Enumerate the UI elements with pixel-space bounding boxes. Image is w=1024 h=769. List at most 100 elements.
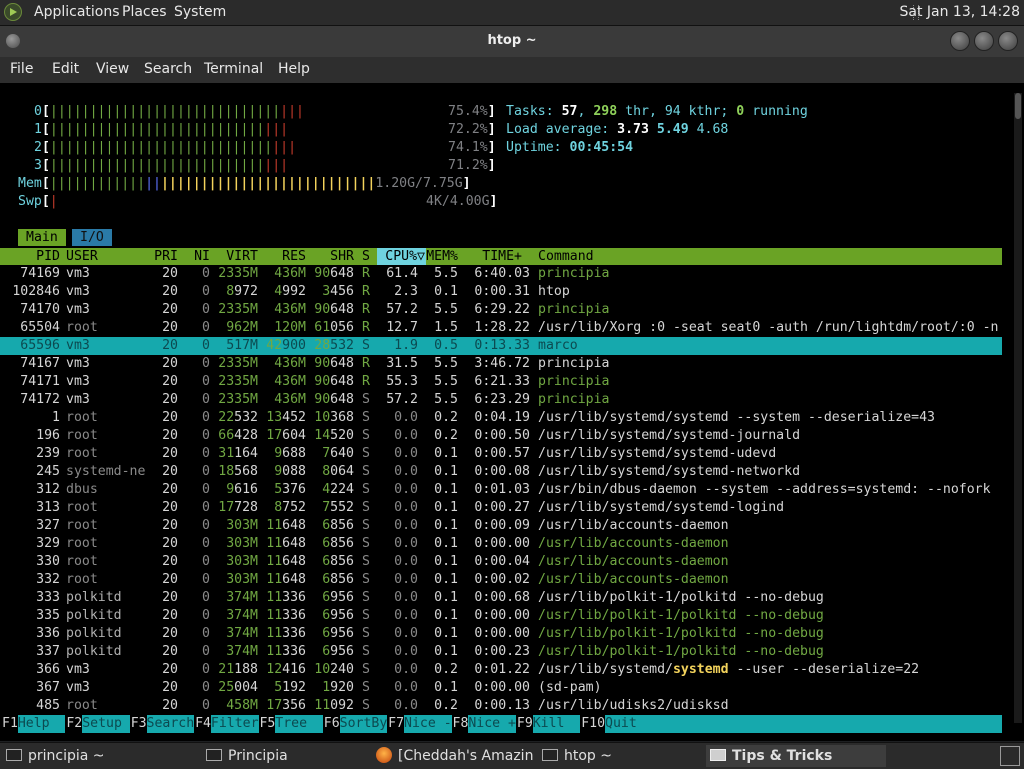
cell-s: R (362, 302, 370, 317)
table-row[interactable]: 335 polkitd 20 0 374M 11336 6956 S 0.0 0.1 0:00.00… (0, 607, 1002, 625)
fkey-label[interactable]: Search (146, 715, 195, 733)
cell-mem: 0.1 (434, 680, 458, 695)
table-row[interactable]: 74170 vm3 20 0 2335M 436M 90648 R 57.2 5.5 6:29.22… (0, 301, 1002, 319)
table-row[interactable]: 330 root 20 0 303M 11648 6856 S 0.0 0.1 0:00.04/us… (0, 553, 1002, 571)
terminal-scrollbar[interactable] (1014, 93, 1022, 723)
fkey-f3[interactable]: F3 (131, 715, 147, 733)
value-thousands: 9 (226, 482, 235, 497)
table-row[interactable]: 332 root 20 0 303M 11648 6856 S 0.0 0.1 0:00.02/us… (0, 571, 1002, 589)
panel-menu-system[interactable]: System (174, 4, 226, 20)
cell-cmd: /usr/lib/polkit-1/polkitd --no-debug (538, 644, 824, 659)
table-row[interactable]: 196 root 20 0 66428 17604 14520 S 0.0 0.2 0:00.50 /… (0, 427, 1002, 445)
table-row[interactable]: 327 root 20 0 303M 11648 6856 S 0.0 0.1 0:00.09/us… (0, 517, 1002, 535)
column-header[interactable]: MEM% (426, 248, 458, 265)
table-row-selected[interactable]: 65596 vm3 20 0 517M 42900 28532 S 1.9 0.5 0:13.33 m… (0, 337, 1002, 355)
fkey-label[interactable]: Quit (605, 715, 1002, 733)
panel-menu-places[interactable]: Places (122, 4, 167, 20)
scrollbar-thumb[interactable] (1015, 93, 1021, 119)
show-desktop-icon[interactable] (1000, 746, 1020, 766)
table-row[interactable]: 336 polkitd 20 0 374M 11336 6956 S 0.0 0.1 0:00.00… (0, 625, 1002, 643)
panel-clock[interactable]: Sat Jan 13, 14:28 (900, 4, 1021, 20)
cell-cmd: /usr/lib/polkit-1/polkitd --no-debug (538, 626, 824, 641)
table-row[interactable]: 337 polkitd 20 0 374M 11336 6956 S 0.0 0.1 0:00.23… (0, 643, 1002, 661)
close-button[interactable] (998, 31, 1018, 51)
table-row[interactable]: 102846 vm3 20 0 8972 4992 3456 R 2.3 0.1 0:00.31 ht… (0, 283, 1002, 301)
column-header[interactable]: TIME+ (482, 248, 522, 265)
fkey-label[interactable]: Nice + (468, 715, 516, 733)
column-header[interactable]: VIRT (226, 248, 258, 265)
table-row[interactable]: 366 vm3 20 0 21188 12416 10240 S 0.0 0.2 0:01.22/u… (0, 661, 1002, 679)
fkey-label[interactable]: Nice - (404, 715, 452, 733)
fkey-f6[interactable]: F6 (324, 715, 340, 733)
table-row[interactable]: 313 root 20 0 17728 8752 7552 S 0.0 0.1 0:00.27/us… (0, 499, 1002, 517)
table-row[interactable]: 333 polkitd 20 0 374M 11336 6956 S 0.0 0.1 0:00.68… (0, 589, 1002, 607)
column-header[interactable]: Command (538, 248, 594, 265)
maximize-button[interactable] (974, 31, 994, 51)
fkey-label[interactable]: Setup (82, 715, 130, 733)
cell-virt: 303M (226, 554, 258, 569)
menu-view[interactable]: View (96, 61, 129, 77)
panel-menu-applications[interactable]: Applications (34, 4, 120, 20)
table-row[interactable]: 239 root 20 0 31164 9688 7640 S 0.0 0.1 0:00.57/us… (0, 445, 1002, 463)
table-row[interactable]: 245 systemd-ne 20 0 18568 9088 8064 S 0.0 0.1 0:00… (0, 463, 1002, 481)
task-principia[interactable]: Principia (202, 745, 368, 767)
cell-cpu: 0.0 (394, 662, 418, 677)
cpu-meter-label: 1 (34, 122, 42, 137)
menu-search[interactable]: Search (144, 61, 192, 77)
fkey-f10[interactable]: F10 (581, 715, 605, 733)
tab-io[interactable]: I/O (72, 229, 112, 246)
distro-logo-icon[interactable] (4, 3, 22, 21)
tab-main[interactable]: Main (18, 229, 66, 246)
terminal-area[interactable]: 0[|||||||||||||||||||||||||||||||| 75.4%]… (0, 83, 1024, 741)
column-header[interactable]: USER (66, 248, 98, 265)
column-header[interactable]: SHR (330, 248, 354, 265)
column-header[interactable]: PID (36, 248, 60, 265)
fkey-label[interactable]: SortBy (339, 715, 388, 733)
cell-ni: 0 (202, 410, 210, 425)
table-row[interactable]: 1 root 20 0 22532 13452 10368 S 0.0 0.2 0:04.19/us… (0, 409, 1002, 427)
cell-ni: 0 (202, 680, 210, 695)
table-row[interactable]: 74171 vm3 20 0 2335M 436M 90648 R 55.3 5.5 6:21.33… (0, 373, 1002, 391)
task-principia-terminal[interactable]: principia ~ (2, 745, 198, 767)
table-row[interactable]: 312 dbus 20 0 9616 5376 4224 S 0.0 0.1 0:01.03/usr… (0, 481, 1002, 499)
cell-ni: 0 (202, 338, 210, 353)
task-htop[interactable]: htop ~ (538, 745, 704, 767)
fkey-f7[interactable]: F7 (388, 715, 404, 733)
menu-file[interactable]: File (10, 61, 33, 77)
value-units: 648 (330, 392, 354, 407)
fkey-f4[interactable]: F4 (195, 715, 211, 733)
fkey-f9[interactable]: F9 (517, 715, 533, 733)
fkey-label[interactable]: Kill (532, 715, 581, 733)
table-row[interactable]: 74169 vm3 20 0 2335M 436M 90648 R 61.4 5.5 6:40.03… (0, 265, 1002, 283)
table-row[interactable]: 65504 root 20 0 962M 120M 61056 R 12.7 1.5 1:28.22… (0, 319, 1002, 337)
fkey-f1[interactable]: F1 (2, 715, 18, 733)
table-row[interactable]: 367 vm3 20 0 25004 5192 1920 S 0.0 0.1 0:00.00 (sd-… (0, 679, 1002, 697)
menu-terminal[interactable]: Terminal (204, 61, 263, 77)
column-header[interactable]: RES (282, 248, 306, 265)
table-row[interactable]: 74172 vm3 20 0 2335M 436M 90648 S 57.2 5.5 6:23.29… (0, 391, 1002, 409)
task-firefox[interactable]: [Cheddah's Amazin... (372, 745, 534, 767)
cell-s: S (362, 572, 370, 587)
cell-shr: 6956 (322, 607, 354, 625)
value-units: 376 (282, 482, 306, 497)
fkey-label[interactable]: Tree (275, 715, 323, 733)
table-row[interactable]: 485 root 20 0 458M 17356 11092 S 0.0 0.2 0:00.13/u… (0, 697, 1002, 715)
column-header[interactable]: PRI (154, 248, 178, 265)
column-header[interactable]: CPU%▽ (377, 248, 426, 265)
fkey-f5[interactable]: F5 (259, 715, 275, 733)
minimize-button[interactable] (950, 31, 970, 51)
menu-help[interactable]: Help (278, 61, 310, 77)
window-titlebar[interactable]: htop ~ (0, 26, 1024, 57)
fkey-f2[interactable]: F2 (66, 715, 82, 733)
table-row[interactable]: 74167 vm3 20 0 2335M 436M 90648 R 31.5 5.5 3:46.72… (0, 355, 1002, 373)
cell-pid: 313 (36, 500, 60, 515)
column-header[interactable]: NI (194, 248, 210, 265)
column-header[interactable]: S (362, 248, 370, 265)
fkey-f8[interactable]: F8 (453, 715, 469, 733)
menu-edit[interactable]: Edit (52, 61, 79, 77)
fkey-label[interactable]: Filter (210, 715, 259, 733)
table-row[interactable]: 329 root 20 0 303M 11648 6856 S 0.0 0.1 0:00.00/us… (0, 535, 1002, 553)
cell-cpu: 0.0 (394, 446, 418, 461)
fkey-label[interactable]: Help (17, 715, 66, 733)
task-tips-and-tricks[interactable]: Tips & Tricks (706, 745, 886, 767)
